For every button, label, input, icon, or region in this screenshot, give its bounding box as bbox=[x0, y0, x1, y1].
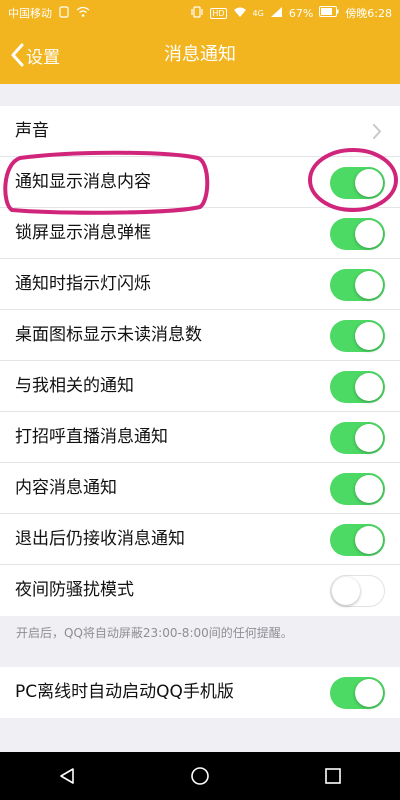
toggle-receive-after-exit[interactable] bbox=[330, 524, 385, 556]
toggle-knob bbox=[355, 475, 383, 503]
sound-label: 声音 bbox=[15, 121, 49, 141]
toggle-related-notify[interactable] bbox=[330, 371, 385, 403]
square-recents-icon[interactable] bbox=[303, 752, 363, 800]
setting-row-content-notify: 内容消息通知 bbox=[0, 463, 400, 514]
chevron-right-icon bbox=[372, 123, 382, 144]
setting-label: 通知时指示灯闪烁 bbox=[15, 274, 151, 294]
setting-label: 桌面图标显示未读消息数 bbox=[15, 325, 202, 345]
pc-offline-list: PC离线时自动启动QQ手机版 bbox=[0, 667, 400, 718]
setting-label: 夜间防骚扰模式 bbox=[15, 580, 134, 600]
setting-label: 锁屏显示消息弹框 bbox=[15, 223, 151, 243]
nav-bar: 设置 消息通知 bbox=[0, 26, 400, 84]
setting-row-receive-after-exit: 退出后仍接收消息通知 bbox=[0, 514, 400, 565]
toggle-knob bbox=[355, 424, 383, 452]
setting-label: PC离线时自动启动QQ手机版 bbox=[15, 682, 234, 702]
triangle-back-icon[interactable] bbox=[37, 752, 97, 800]
toggle-greeting-live[interactable] bbox=[330, 422, 385, 454]
setting-label: 通知显示消息内容 bbox=[15, 172, 151, 192]
settings-list: 声音 通知显示消息内容 锁屏显示消息弹框 通知时指示灯闪烁 桌面图标显示未读消息… bbox=[0, 106, 400, 616]
toggle-knob bbox=[355, 169, 383, 197]
battery-icon bbox=[319, 6, 339, 20]
page-title: 消息通知 bbox=[164, 44, 236, 65]
toggle-lockscreen-popup[interactable] bbox=[330, 218, 385, 250]
sim-icon bbox=[58, 5, 70, 21]
toggle-badge-count[interactable] bbox=[330, 320, 385, 352]
setting-label: 打招呼直播消息通知 bbox=[15, 427, 168, 447]
toggle-knob bbox=[355, 271, 383, 299]
wifi-small-icon bbox=[76, 6, 90, 21]
hd-badge: HD bbox=[210, 7, 227, 19]
toggle-knob bbox=[355, 679, 383, 707]
toggle-night-mode[interactable] bbox=[330, 575, 385, 607]
status-bar: 中国移动 HD 4G 67% 傍晚6:28 bbox=[0, 0, 400, 26]
clock: 傍晚6:28 bbox=[345, 7, 392, 20]
setting-row-lockscreen-popup: 锁屏显示消息弹框 bbox=[0, 208, 400, 259]
setting-row-badge-count: 桌面图标显示未读消息数 bbox=[0, 310, 400, 361]
battery-percent: 67% bbox=[288, 6, 314, 20]
setting-row-indicator-light: 通知时指示灯闪烁 bbox=[0, 259, 400, 310]
vibrate-icon bbox=[190, 5, 204, 21]
toggle-knob bbox=[355, 322, 383, 350]
setting-row-night-mode: 夜间防骚扰模式 bbox=[0, 565, 400, 616]
chevron-left-icon bbox=[10, 43, 24, 67]
signal-icon bbox=[270, 6, 283, 21]
back-button[interactable]: 设置 bbox=[10, 26, 60, 84]
toggle-content-notify[interactable] bbox=[330, 473, 385, 505]
setting-row-show-content: 通知显示消息内容 bbox=[0, 157, 400, 208]
setting-row-pc-offline: PC离线时自动启动QQ手机版 bbox=[0, 667, 400, 718]
setting-label: 与我相关的通知 bbox=[15, 376, 134, 396]
toggle-knob bbox=[332, 577, 360, 605]
sound-row[interactable]: 声音 bbox=[0, 106, 400, 157]
setting-label: 内容消息通知 bbox=[15, 478, 117, 498]
wifi-icon bbox=[233, 6, 247, 21]
night-mode-hint: 开启后，QQ将自动屏蔽23:00-8:00间的任何提醒。 bbox=[16, 626, 293, 640]
back-label: 设置 bbox=[26, 47, 60, 68]
setting-row-greeting-live: 打招呼直播消息通知 bbox=[0, 412, 400, 463]
setting-label: 退出后仍接收消息通知 bbox=[15, 529, 185, 549]
toggle-pc-offline[interactable] bbox=[330, 677, 385, 709]
toggle-knob bbox=[355, 526, 383, 554]
carrier-label: 中国移动 bbox=[8, 7, 52, 20]
system-nav-bar bbox=[0, 752, 400, 800]
network-type-label: 4G bbox=[252, 8, 264, 18]
toggle-knob bbox=[355, 373, 383, 401]
toggle-indicator-light[interactable] bbox=[330, 269, 385, 301]
circle-home-icon[interactable] bbox=[170, 752, 230, 800]
toggle-knob bbox=[355, 220, 383, 248]
toggle-show-content[interactable] bbox=[330, 167, 385, 199]
setting-row-related-notify: 与我相关的通知 bbox=[0, 361, 400, 412]
